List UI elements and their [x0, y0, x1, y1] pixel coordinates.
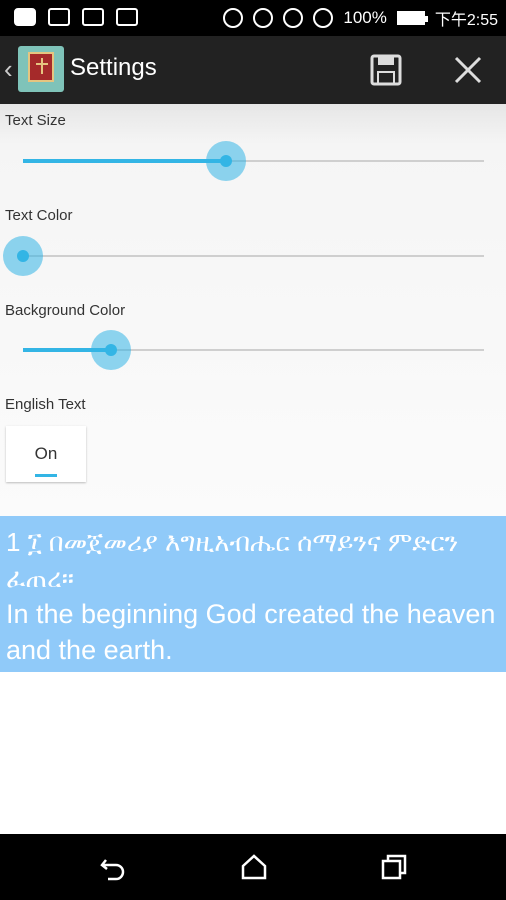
verse-preview: 1 ፲ በመጀመሪያ እግዚአብሔር ሰማይንና ምድርን ፈጠረ። In th…	[0, 516, 506, 672]
english-verse: In the beginning God created the heaven …	[6, 599, 496, 665]
code-notification-icon-2	[116, 8, 138, 26]
add-notification-icon	[14, 8, 36, 26]
page-title: Settings	[70, 54, 157, 81]
text-color-label: Text Color	[5, 207, 73, 224]
slider-thumb[interactable]	[17, 250, 29, 262]
navigation-bar	[0, 834, 506, 900]
battery-percent: 100%	[343, 8, 387, 27]
slider-thumb[interactable]	[219, 155, 232, 167]
home-icon[interactable]	[239, 852, 269, 882]
settings-panel: Text Size Text Color Background Color En…	[0, 104, 506, 516]
background-color-label: Background Color	[5, 302, 126, 319]
english-text-label: English Text	[5, 396, 86, 413]
recents-icon[interactable]	[379, 852, 409, 882]
toggle-state: On	[34, 444, 58, 463]
action-bar: ‹ Settings	[0, 36, 506, 104]
slider-fill	[23, 159, 226, 163]
amharic-verse: 1 ፲ በመጀመሪያ እግዚአብሔር ሰማይንና ምድርን ፈጠረ።	[6, 524, 500, 596]
app-bible-icon[interactable]	[18, 46, 64, 92]
book-icon	[28, 52, 54, 82]
vibrate-icon	[253, 8, 274, 28]
notification-icons	[14, 8, 138, 26]
english-text-toggle[interactable]: On	[6, 426, 86, 482]
save-icon[interactable]	[368, 52, 404, 88]
close-icon[interactable]	[448, 50, 488, 90]
system-status: 100% 下午2:55	[223, 6, 498, 30]
text-size-label: Text Size	[5, 112, 66, 129]
code-notification-icon	[82, 8, 104, 26]
text-color-slider[interactable]	[3, 236, 484, 276]
background-color-slider[interactable]	[23, 330, 484, 370]
nfc-icon	[223, 8, 244, 28]
clock: 下午2:55	[434, 12, 498, 29]
slider-thumb[interactable]	[104, 344, 117, 356]
back-chevron-icon[interactable]: ‹	[4, 54, 13, 85]
sim-icon	[313, 8, 334, 28]
battery-icon	[396, 11, 428, 25]
wifi-icon	[283, 8, 304, 28]
gallery-notification-icon	[48, 8, 70, 26]
toggle-indicator	[35, 474, 57, 477]
back-icon[interactable]	[98, 852, 128, 882]
status-bar: 100% 下午2:55	[0, 0, 506, 36]
amharic-text: ፲ በመጀመሪያ እግዚአብሔር ሰማይንና ምድርን ፈጠረ።	[6, 527, 459, 593]
verse-number: 1	[6, 527, 21, 557]
slider-track	[23, 255, 484, 257]
text-size-slider[interactable]	[23, 141, 484, 181]
